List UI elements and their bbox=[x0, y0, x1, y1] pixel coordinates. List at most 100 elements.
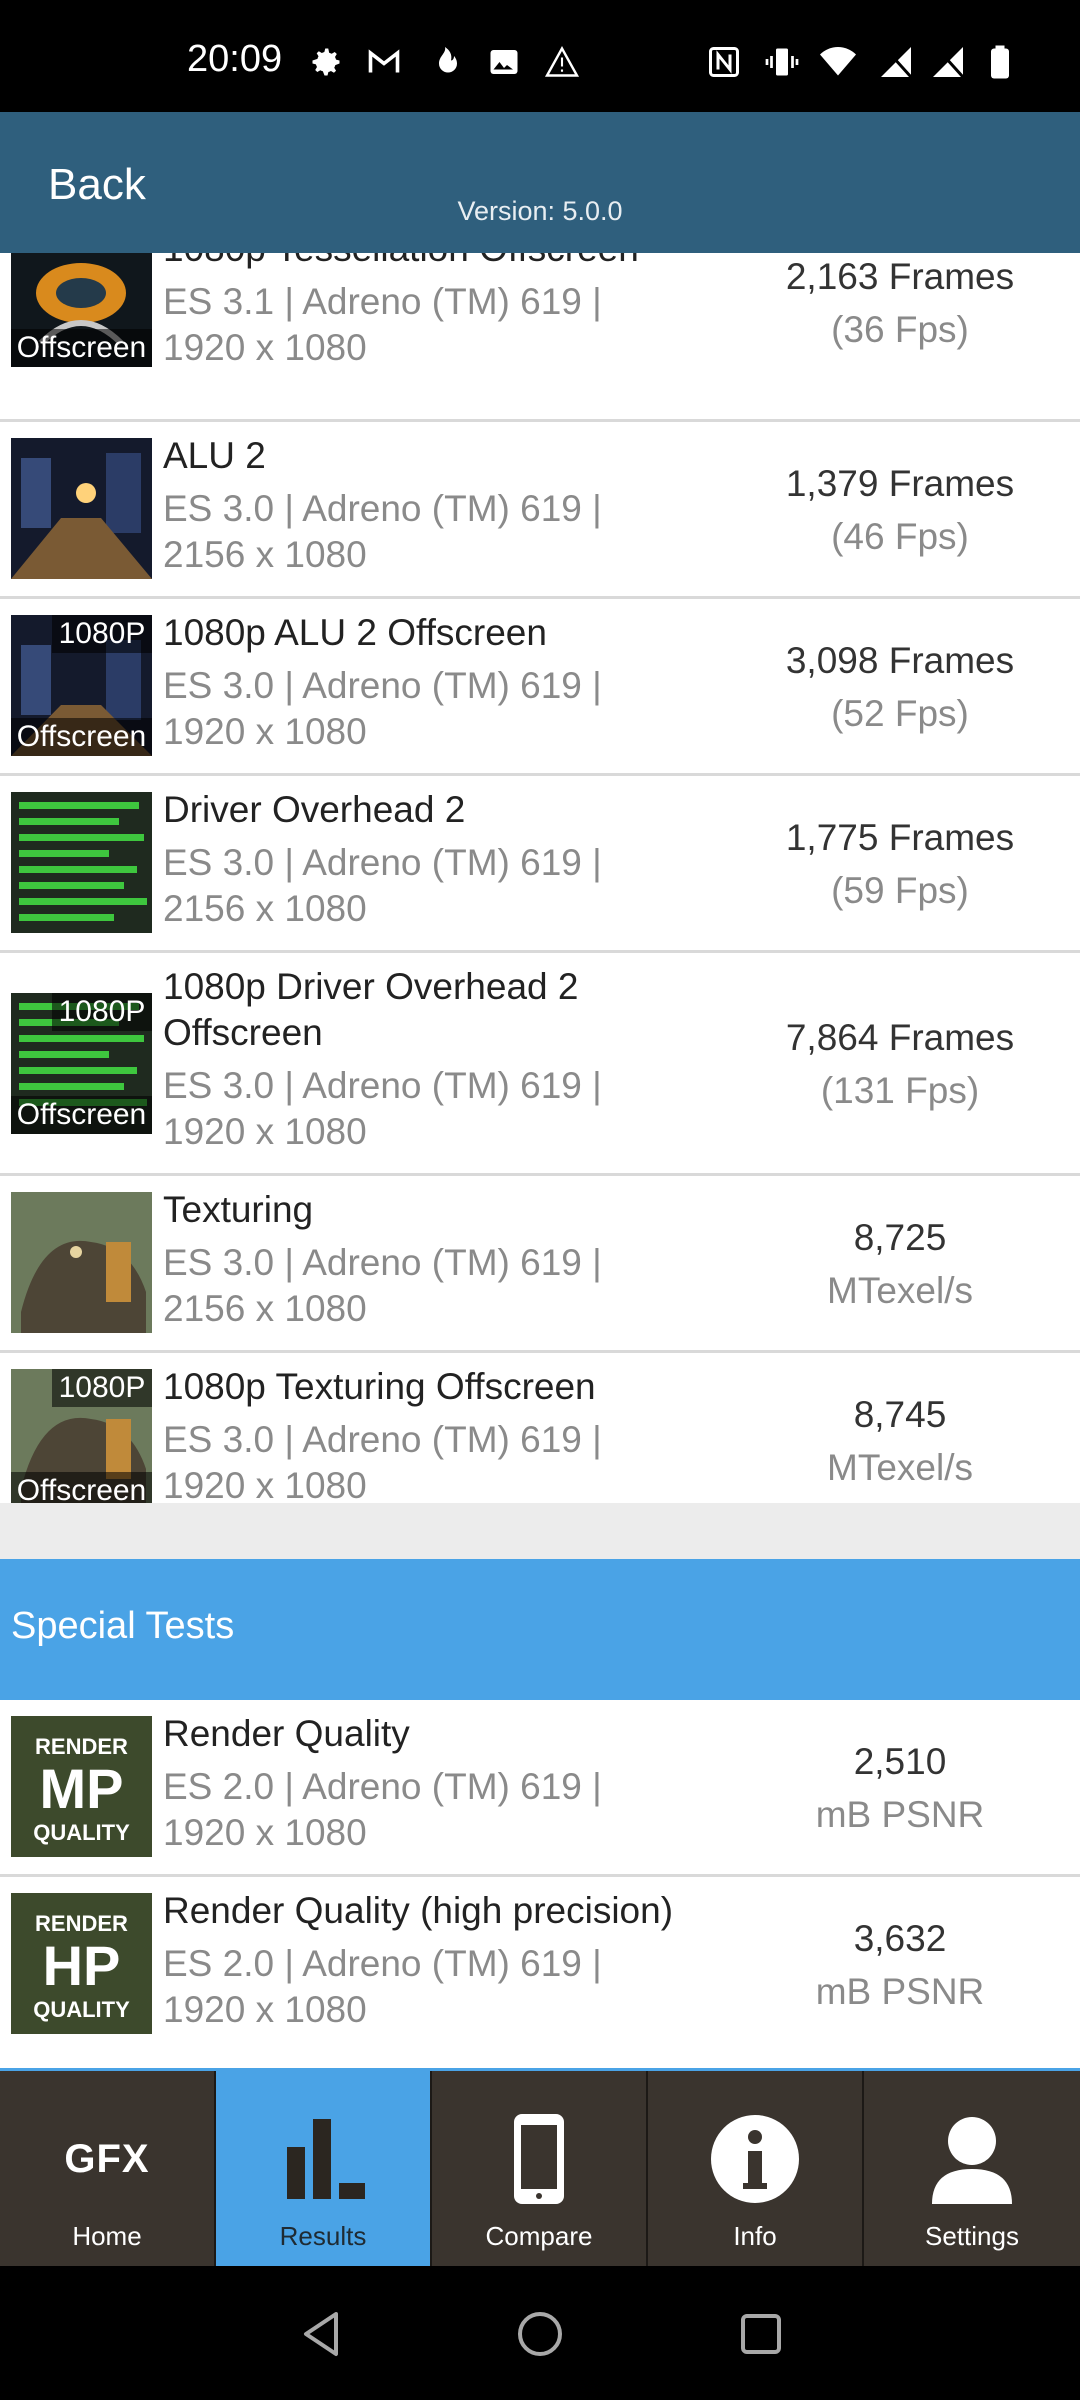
phone-icon bbox=[514, 2114, 564, 2204]
nav-label: Compare bbox=[485, 2221, 593, 2251]
back-triangle-icon[interactable] bbox=[294, 2306, 350, 2362]
test-title: 1080p ALU 2 Offscreen bbox=[163, 612, 547, 653]
test-unit: MTexel/s bbox=[827, 1270, 973, 1311]
test-title: Render Quality (high precision) bbox=[163, 1890, 674, 1931]
result-row[interactable]: Driver Overhead 2 ES 3.0 | Adreno (TM) 6… bbox=[0, 776, 1080, 953]
test-resolution: 2156 x 1080 bbox=[163, 888, 367, 929]
test-resolution: 1920 x 1080 bbox=[163, 1111, 367, 1152]
nav-label: Results bbox=[279, 2221, 367, 2251]
gmail-icon bbox=[368, 49, 400, 73]
nfc-icon bbox=[709, 47, 739, 77]
test-title: Render Quality bbox=[163, 1713, 410, 1754]
thumb-badge: 1080P bbox=[52, 1369, 152, 1407]
alert-icon bbox=[544, 46, 580, 77]
recents-square-icon[interactable] bbox=[733, 2306, 789, 2362]
test-api: ES 3.0 | Adreno (TM) 619 | bbox=[163, 665, 602, 706]
test-resolution: 1920 x 1080 bbox=[163, 711, 367, 752]
test-resolution: 1920 x 1080 bbox=[163, 1989, 367, 2030]
result-row[interactable]: 1080P Offscreen 1080p ALU 2 Offscreen ES… bbox=[0, 599, 1080, 776]
nav-settings[interactable]: Settings bbox=[864, 2071, 1080, 2269]
thumb-badge: QUALITY bbox=[33, 1997, 130, 2022]
vibrate-icon bbox=[765, 48, 799, 76]
result-row[interactable]: Offscreen 1080p Tessellation Offscreen E… bbox=[0, 253, 1080, 422]
test-value: 1,379 Frames bbox=[785, 463, 1015, 504]
test-api: ES 3.0 | Adreno (TM) 619 | bbox=[163, 1065, 602, 1106]
test-unit: (59 Fps) bbox=[831, 870, 969, 911]
bottom-nav: GFX Home Results Compare Info Settings bbox=[0, 2068, 1080, 2269]
test-thumbnail: RENDER MP QUALITY bbox=[11, 1716, 152, 1857]
flame-icon bbox=[439, 47, 457, 73]
test-value: 7,864 Frames bbox=[785, 1017, 1015, 1058]
test-value: 3,632 bbox=[853, 1918, 947, 1959]
test-thumbnail: 1080P Offscreen bbox=[11, 615, 152, 756]
test-unit: (52 Fps) bbox=[831, 693, 969, 734]
nav-label: Info bbox=[733, 2221, 777, 2251]
test-unit: mB PSNR bbox=[815, 1971, 985, 2012]
results-list[interactable]: Offscreen 1080p Tessellation Offscreen E… bbox=[0, 253, 1080, 2068]
thumb-badge: QUALITY bbox=[33, 1820, 130, 1845]
test-resolution: 1920 x 1080 bbox=[163, 1812, 367, 1853]
nav-compare[interactable]: Compare bbox=[432, 2071, 648, 2269]
test-thumbnail: 1080P Offscreen bbox=[11, 1369, 152, 1510]
system-nav-bar bbox=[0, 2266, 1080, 2400]
test-value: 8,745 bbox=[853, 1394, 947, 1435]
status-bar: 20:09 bbox=[0, 0, 1080, 112]
test-title: 1080p Tessellation Offscreen bbox=[163, 253, 639, 272]
test-thumbnail bbox=[11, 438, 152, 579]
thumb-badge: MP bbox=[39, 1757, 124, 1820]
result-row[interactable]: ALU 2 ES 3.0 | Adreno (TM) 619 | 2156 x … bbox=[0, 422, 1080, 599]
test-unit: (36 Fps) bbox=[831, 309, 969, 350]
test-api: ES 3.0 | Adreno (TM) 619 | bbox=[163, 488, 602, 529]
test-resolution: 2156 x 1080 bbox=[163, 1288, 367, 1329]
test-api: ES 3.1 | Adreno (TM) 619 | bbox=[163, 281, 602, 322]
result-row[interactable]: RENDER HP QUALITY Render Quality (high p… bbox=[0, 1877, 1080, 2054]
test-value: 2,163 Frames bbox=[785, 256, 1015, 297]
result-row[interactable]: 1080P Offscreen 1080p Driver Overhead 2 … bbox=[0, 953, 1080, 1176]
test-resolution: 2156 x 1080 bbox=[163, 534, 367, 575]
result-row[interactable]: Texturing ES 3.0 | Adreno (TM) 619 | 215… bbox=[0, 1176, 1080, 1353]
test-value: 8,725 bbox=[853, 1217, 947, 1258]
image-icon bbox=[490, 50, 518, 74]
user-icon bbox=[932, 2117, 1012, 2204]
info-icon bbox=[711, 2115, 799, 2203]
bar-chart-icon bbox=[287, 2119, 365, 2199]
section-gap bbox=[0, 1503, 1080, 1559]
test-title: 1080p Driver Overhead 2 bbox=[163, 966, 579, 1007]
signal-off-icon bbox=[881, 45, 913, 79]
result-row[interactable]: RENDER MP QUALITY Render Quality ES 2.0 … bbox=[0, 1700, 1080, 1877]
section-header: Special Tests bbox=[0, 1559, 1080, 1700]
nav-label: Home bbox=[72, 2221, 142, 2251]
battery-icon bbox=[991, 45, 1009, 79]
nav-results[interactable]: Results bbox=[216, 2071, 432, 2269]
thumb-badge: HP bbox=[42, 1934, 121, 1997]
test-resolution: 1920 x 1080 bbox=[163, 327, 367, 368]
app-header: Back Version: 5.0.0 bbox=[0, 112, 1080, 253]
thumb-badge: 1080P bbox=[52, 615, 152, 653]
test-title: 1080p Texturing Offscreen bbox=[163, 1366, 596, 1407]
test-api: ES 2.0 | Adreno (TM) 619 | bbox=[163, 1766, 602, 1807]
test-thumbnail bbox=[11, 1192, 152, 1333]
test-api: ES 3.0 | Adreno (TM) 619 | bbox=[163, 1419, 602, 1460]
test-value: 1,775 Frames bbox=[785, 817, 1015, 858]
nav-info[interactable]: Info bbox=[648, 2071, 864, 2269]
thumb-badge: Offscreen bbox=[11, 718, 152, 756]
version-label: Version: 5.0.0 bbox=[457, 196, 623, 226]
test-api: ES 2.0 | Adreno (TM) 619 | bbox=[163, 1943, 602, 1984]
test-title-line2: Offscreen bbox=[163, 1012, 323, 1053]
test-unit: (131 Fps) bbox=[820, 1070, 980, 1111]
thumb-badge: 1080P bbox=[52, 993, 152, 1031]
test-thumbnail bbox=[11, 792, 152, 933]
test-title: Driver Overhead 2 bbox=[163, 789, 466, 830]
nav-home[interactable]: GFX Home bbox=[0, 2071, 216, 2269]
home-circle-icon[interactable] bbox=[512, 2306, 568, 2362]
status-time: 20:09 bbox=[187, 38, 283, 80]
gfx-logo-icon: GFX bbox=[64, 2136, 150, 2181]
test-unit: (46 Fps) bbox=[831, 516, 969, 557]
test-unit: MTexel/s bbox=[827, 1447, 973, 1488]
wifi-icon bbox=[820, 47, 856, 76]
test-thumbnail: 1080P Offscreen bbox=[11, 993, 152, 1134]
test-value: 2,510 bbox=[853, 1741, 947, 1782]
signal-off-icon bbox=[933, 45, 965, 79]
nav-label: Settings bbox=[925, 2221, 1019, 2251]
section-title: Special Tests bbox=[11, 1605, 235, 1647]
